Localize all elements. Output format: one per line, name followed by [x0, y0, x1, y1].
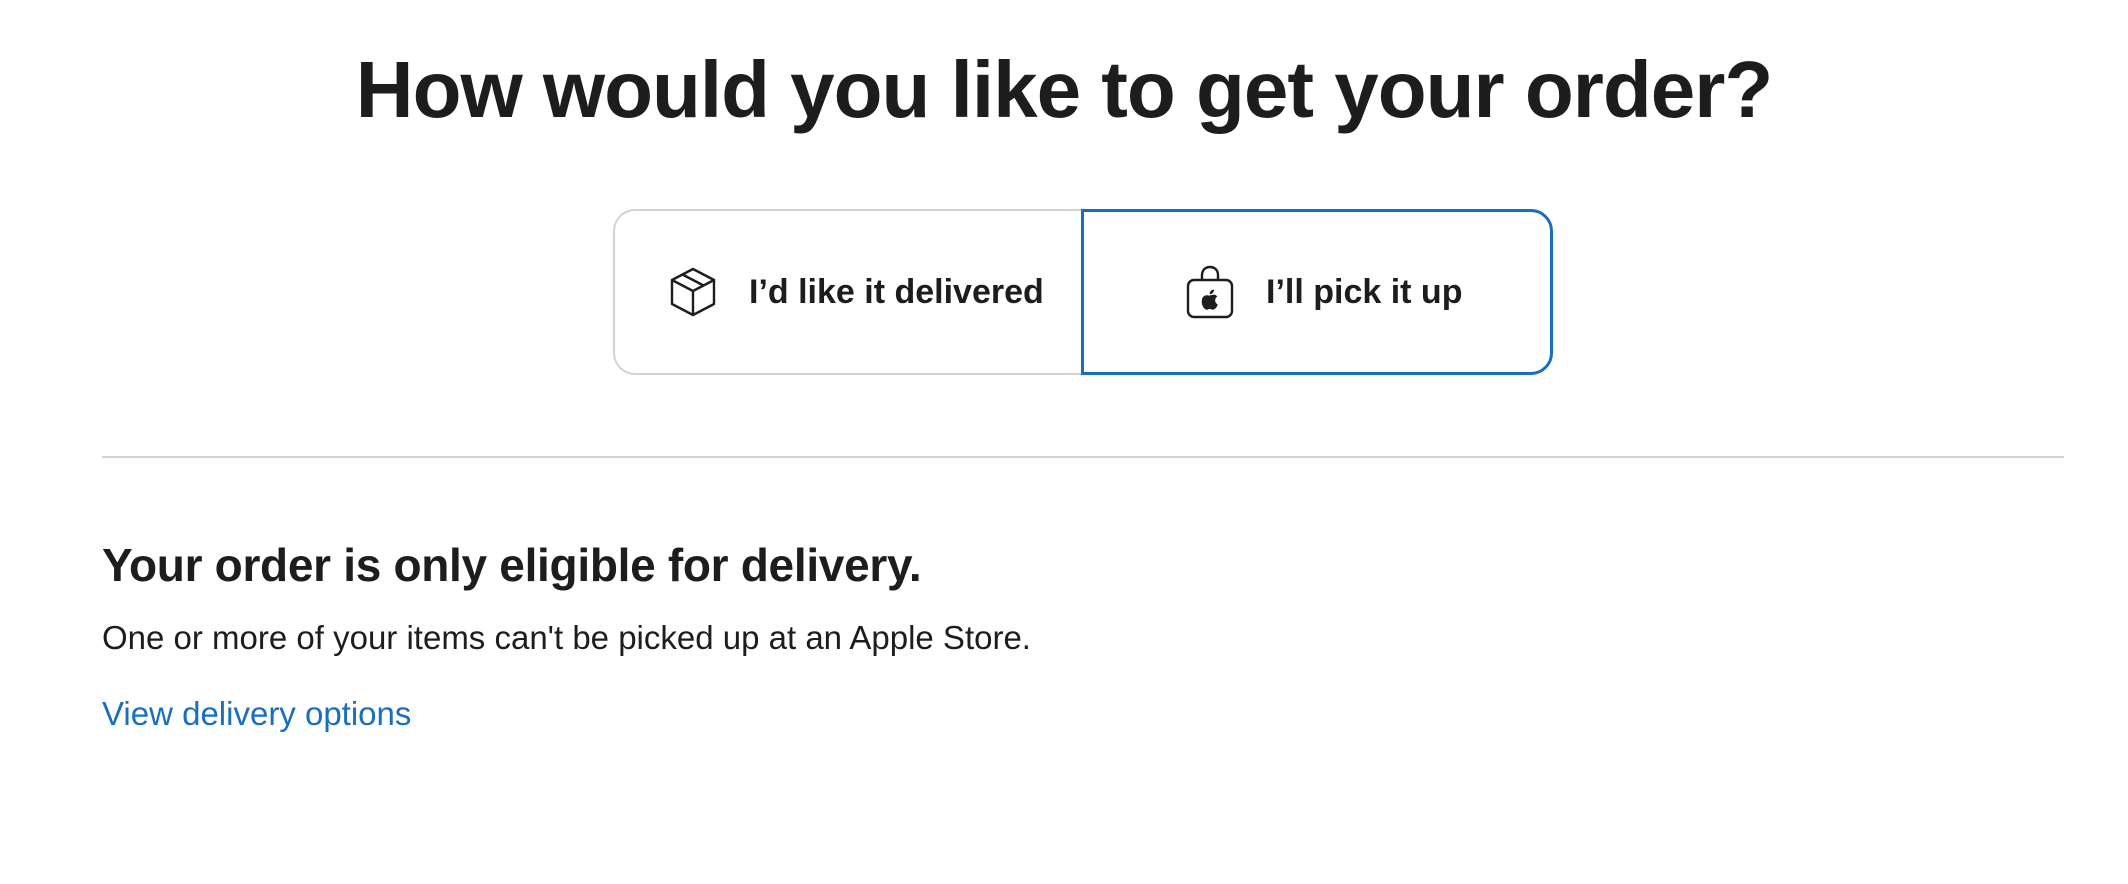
delivery-option-label: I’d like it delivered [749, 272, 1044, 311]
page-title: How would you like to get your order? [355, 45, 1773, 134]
section-divider [102, 456, 2064, 458]
delivery-only-notice-body: One or more of your items can't be picke… [102, 619, 1031, 656]
fulfillment-options: I’d like it delivered I’ll pick it up [613, 209, 1553, 375]
delivery-option-button[interactable]: I’d like it delivered [613, 209, 1083, 375]
apple-bag-icon [1184, 264, 1236, 320]
view-delivery-options-link[interactable]: View delivery options [102, 694, 411, 734]
box-icon [667, 264, 719, 320]
delivery-only-notice-title: Your order is only eligible for delivery… [102, 539, 922, 591]
pickup-option-button[interactable]: I’ll pick it up [1081, 209, 1553, 375]
pickup-option-label: I’ll pick it up [1266, 272, 1463, 311]
